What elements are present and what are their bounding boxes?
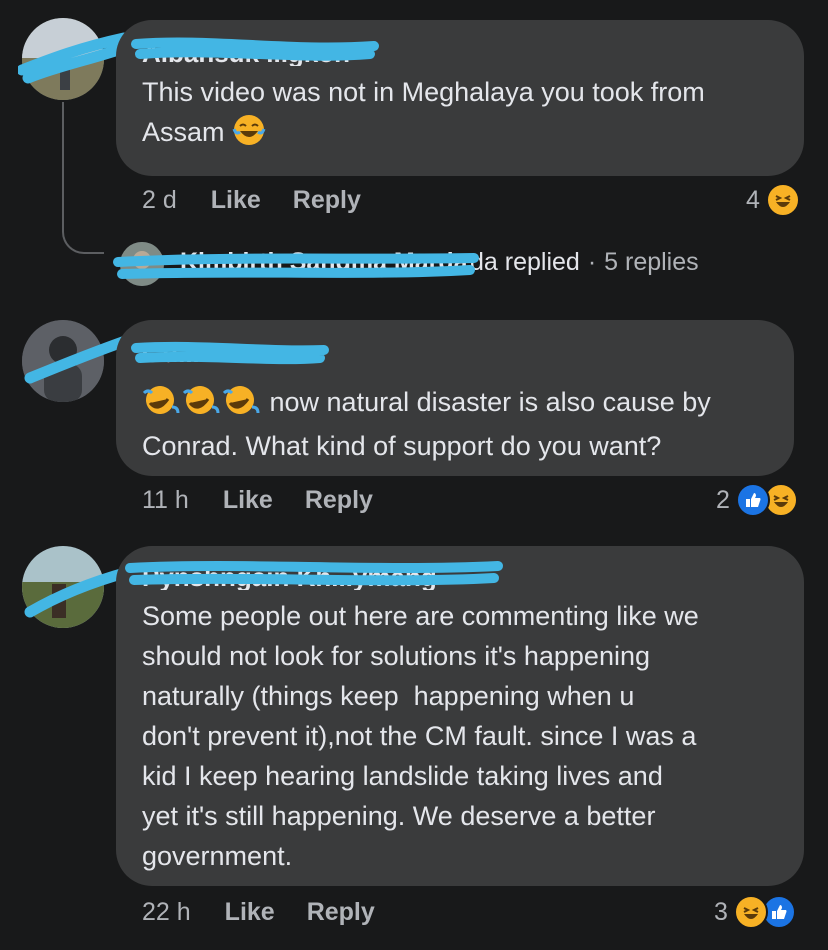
comment-text: now natural disaster is also cause by Co… bbox=[142, 382, 774, 466]
reaction-summary[interactable]: 2 bbox=[716, 483, 798, 517]
comment-actions: 11 h Like Reply bbox=[142, 486, 405, 515]
reply-button[interactable]: Reply bbox=[293, 186, 361, 215]
comment-text-line: don't prevent it),not the CM fault. sinc… bbox=[142, 721, 697, 751]
avatar-photo bbox=[22, 546, 104, 628]
avatar[interactable] bbox=[22, 546, 104, 628]
comment-bubble: Pynshngain Kh...ymang Some people out he… bbox=[116, 546, 804, 886]
comment-bubble: Gu... ... now natural disaster is also c… bbox=[116, 320, 794, 476]
rofl-icon bbox=[182, 386, 220, 414]
comment-text-line: now natural disaster is also cause by bbox=[142, 382, 774, 422]
comment-timestamp[interactable]: 11 h bbox=[142, 486, 189, 515]
separator-dot: · bbox=[587, 248, 597, 276]
thread-connector bbox=[62, 102, 104, 254]
comment-author[interactable]: Aibansuk ...gkoh bbox=[142, 38, 392, 66]
comment-text-line: Some people out here are commenting like… bbox=[142, 601, 699, 631]
reply-avatar[interactable] bbox=[120, 242, 164, 286]
comment-bubble: Aibansuk ...gkoh This video was not in M… bbox=[116, 20, 804, 176]
comment-timestamp[interactable]: 22 h bbox=[142, 898, 191, 927]
avatar-photo bbox=[22, 18, 104, 100]
reply-button[interactable]: Reply bbox=[307, 898, 375, 927]
reaction-summary[interactable]: 4 bbox=[746, 183, 800, 217]
rofl-icon bbox=[142, 386, 180, 414]
haha-icon bbox=[733, 895, 768, 929]
avatar[interactable] bbox=[22, 320, 104, 402]
comment-author[interactable]: Pynshngain Kh...ymang bbox=[142, 562, 482, 590]
comment-text-line: yet it's still happening. We deserve a b… bbox=[142, 801, 656, 831]
reaction-summary[interactable]: 3 bbox=[714, 895, 796, 929]
reply-button[interactable]: Reply bbox=[305, 486, 373, 515]
replied-label: da replied bbox=[470, 248, 580, 276]
comment-text-line: naturally (things keep happening when u bbox=[142, 681, 635, 711]
comment-text-line: government. bbox=[142, 841, 293, 871]
like-icon bbox=[735, 483, 770, 517]
comment-text-line: This video was not in Meghalaya you took… bbox=[142, 77, 705, 107]
comment-text: This video was not in Meghalaya you took… bbox=[142, 72, 784, 152]
comment-timestamp[interactable]: 2 d bbox=[142, 186, 177, 215]
reply-author-name: Kimbirth Sangma Marda bbox=[180, 248, 468, 276]
comment-text-line: Conrad. What kind of support do you want… bbox=[142, 431, 662, 461]
haha-icon bbox=[765, 183, 800, 217]
comment-actions: 22 h Like Reply bbox=[142, 898, 407, 927]
like-button[interactable]: Like bbox=[211, 186, 261, 215]
like-button[interactable]: Like bbox=[223, 486, 273, 515]
rofl-icon bbox=[222, 386, 260, 414]
view-replies-link[interactable]: Kimbirth Sangma Marda da replied · 5 rep… bbox=[180, 248, 699, 277]
comment-text: Some people out here are commenting like… bbox=[142, 596, 784, 876]
comment-text-line: kid I keep hearing landslide taking live… bbox=[142, 761, 663, 791]
reaction-count: 2 bbox=[716, 485, 730, 514]
comment-actions: 2 d Like Reply bbox=[142, 186, 393, 215]
replies-count: 5 replies bbox=[604, 248, 699, 276]
avatar-photo bbox=[120, 242, 164, 286]
reaction-count: 4 bbox=[746, 185, 760, 214]
comment-author[interactable]: Gu... ... bbox=[142, 338, 322, 366]
avatar-photo bbox=[22, 320, 104, 402]
reaction-count: 3 bbox=[714, 897, 728, 926]
avatar[interactable] bbox=[22, 18, 104, 100]
comment-text-line: should not look for solutions it's happe… bbox=[142, 641, 650, 671]
comment-text-line: Assam bbox=[142, 112, 784, 152]
joy-emoji-icon bbox=[232, 115, 266, 145]
like-button[interactable]: Like bbox=[225, 898, 275, 927]
